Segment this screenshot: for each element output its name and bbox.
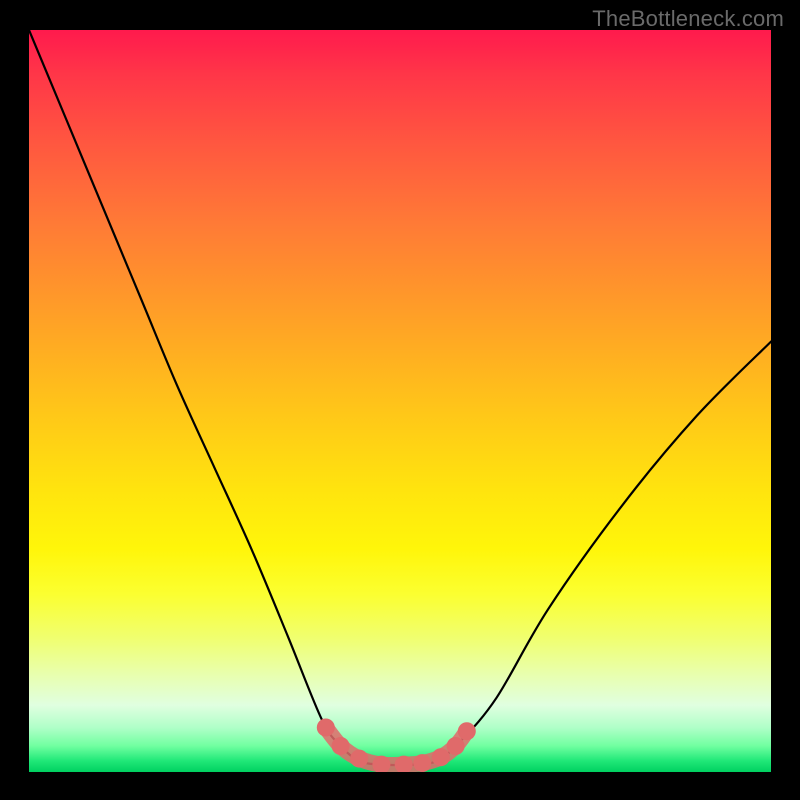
floor-marker-dot	[413, 754, 431, 772]
floor-marker-dot	[432, 748, 450, 766]
curve-layer	[29, 30, 771, 772]
floor-marker-dot	[317, 719, 335, 737]
watermark-text: TheBottleneck.com	[592, 6, 784, 32]
plot-area	[29, 30, 771, 772]
floor-marker-dot	[458, 722, 476, 740]
floor-marker-dot	[332, 737, 350, 755]
chart-frame: TheBottleneck.com	[0, 0, 800, 800]
bottleneck-curve	[29, 30, 771, 765]
floor-marker-dot	[350, 750, 368, 768]
floor-marker-dot	[447, 737, 465, 755]
floor-markers	[317, 719, 476, 773]
